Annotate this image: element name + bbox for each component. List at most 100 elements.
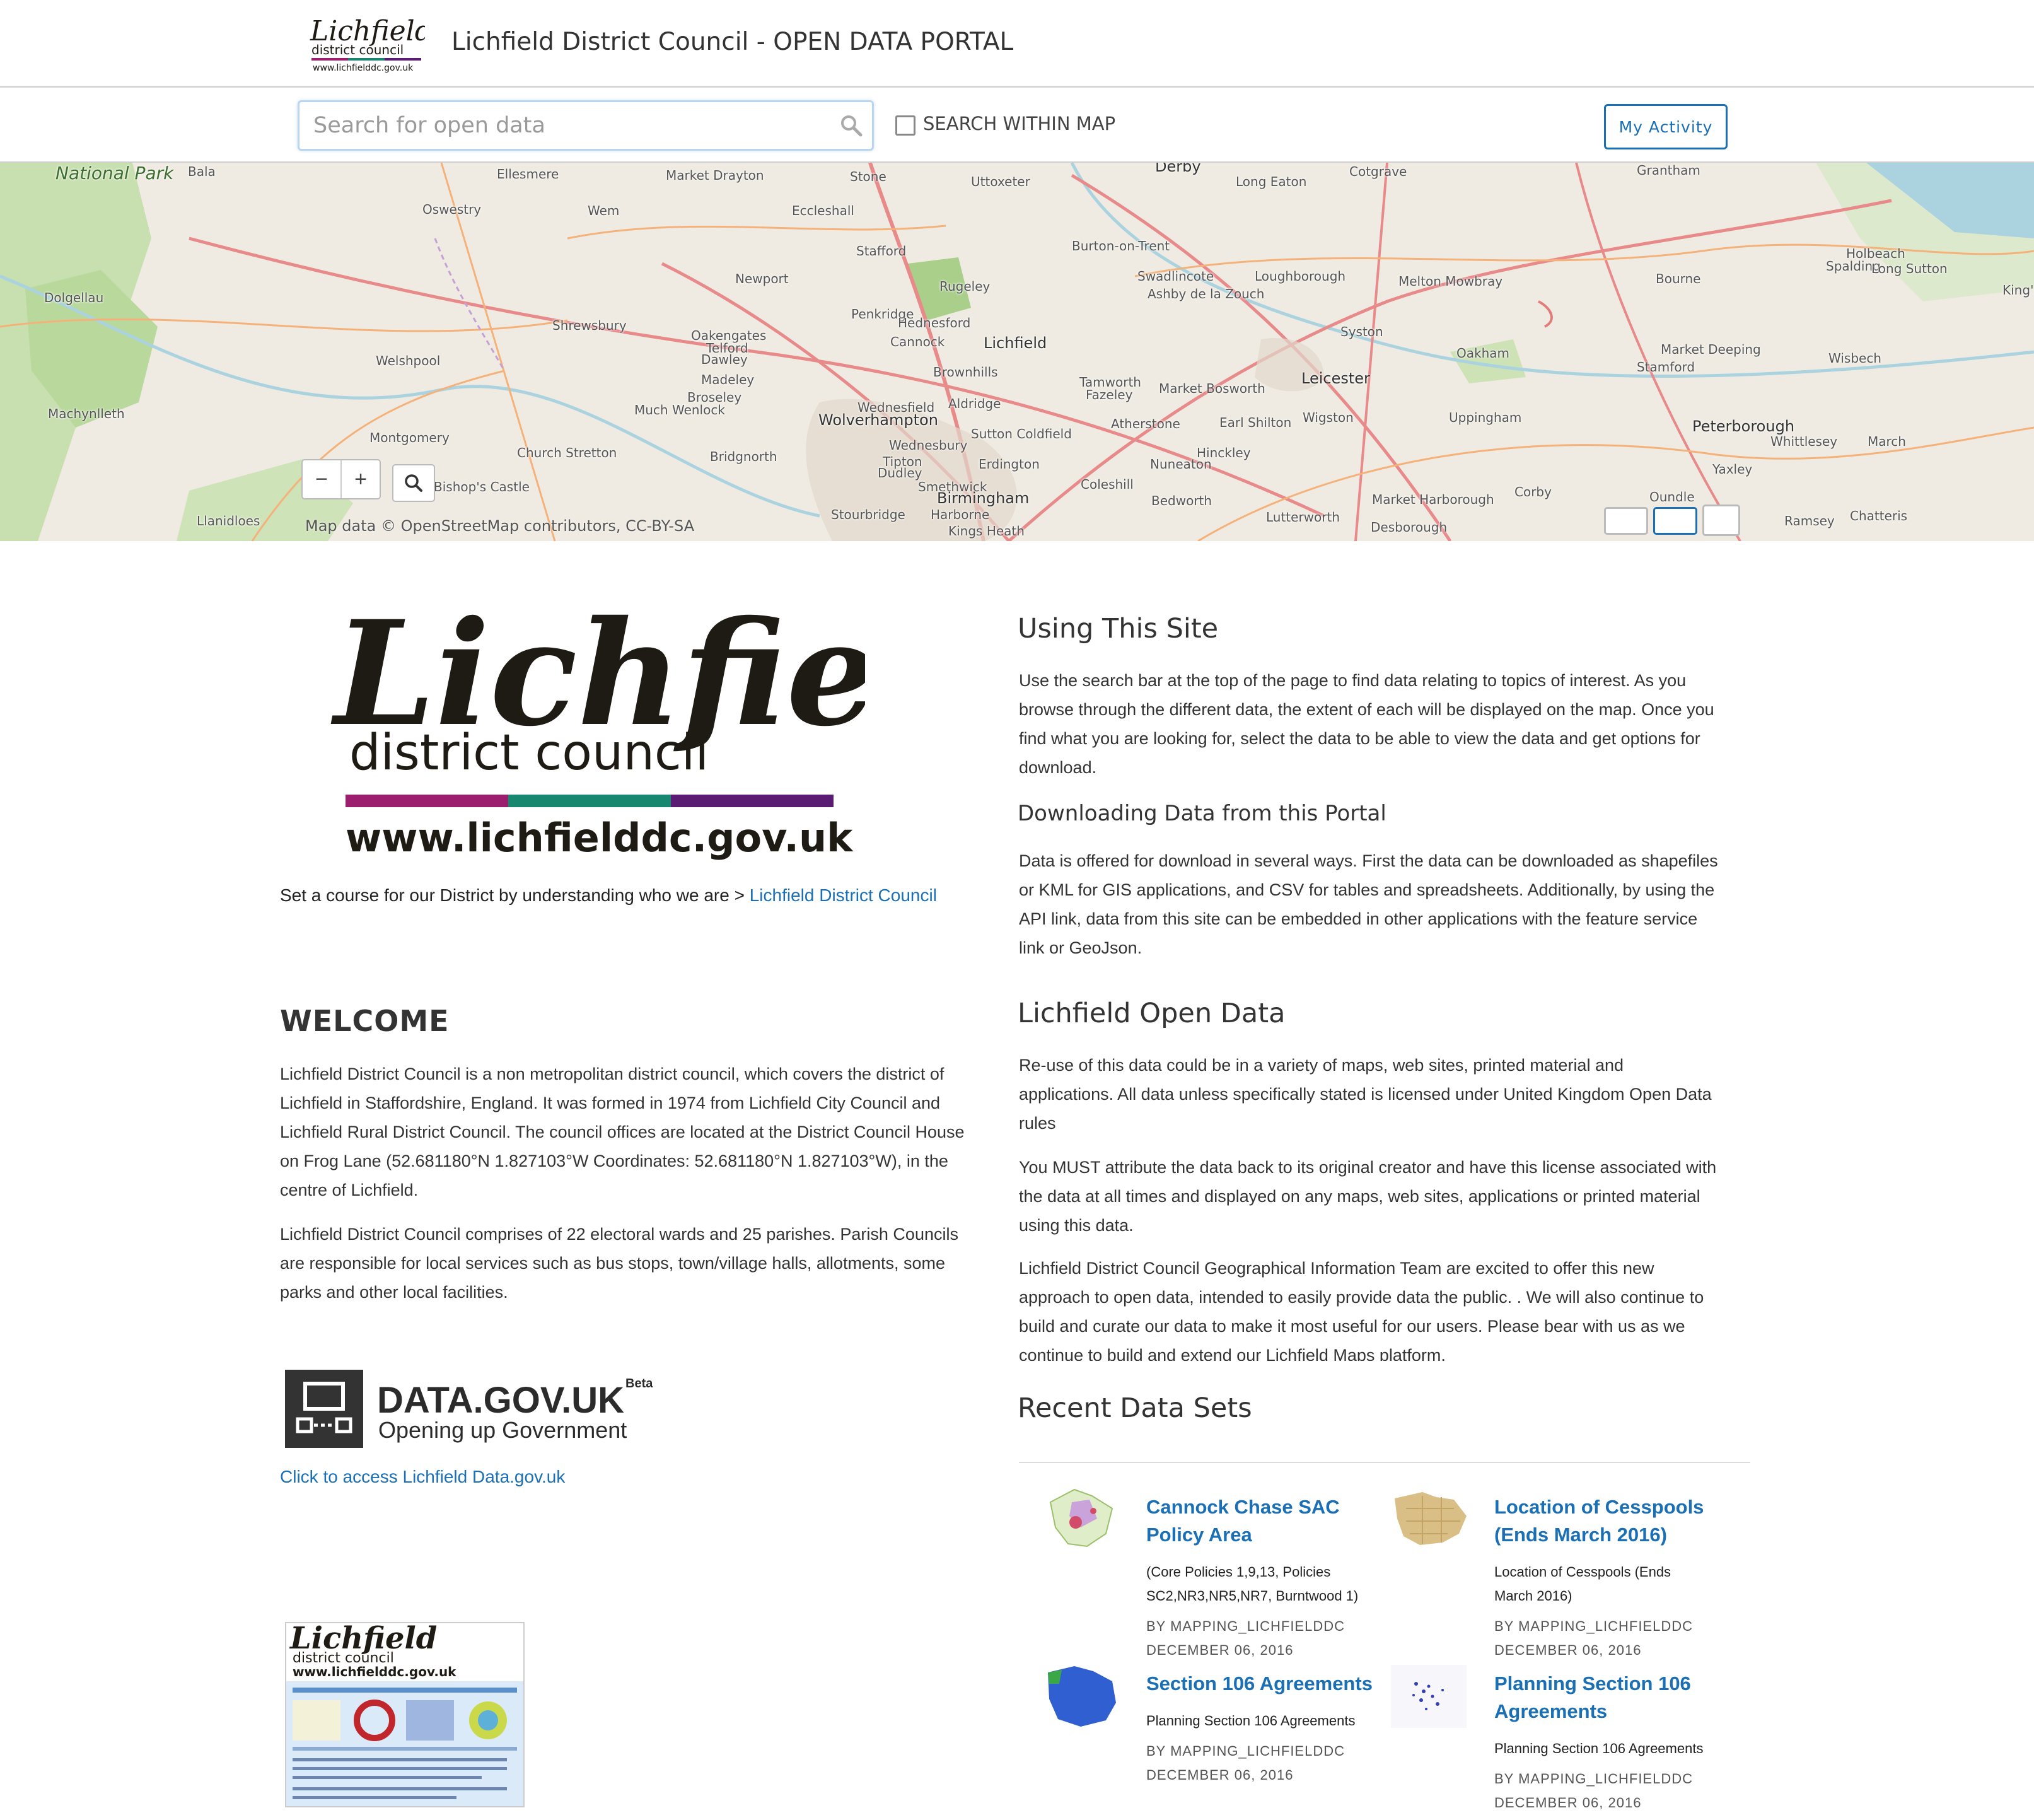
map-label: Melton Mowbray xyxy=(1398,274,1503,289)
dataset-title-line[interactable]: Section 106 Agreements xyxy=(1146,1670,1373,1698)
open-data-paragraph-2: You MUST attribute the data back to its … xyxy=(1019,1153,1716,1240)
text-line: rules xyxy=(1019,1114,1056,1133)
lichfield-council-link[interactable]: Lichfield District Council xyxy=(750,885,937,905)
dataset-title-line[interactable]: Agreements xyxy=(1494,1698,1691,1725)
map-label: Atherstone xyxy=(1111,416,1180,431)
search-box xyxy=(298,100,874,151)
basemap-imagery-button[interactable] xyxy=(1702,505,1740,536)
map-label: Earl Shilton xyxy=(1219,415,1292,430)
text-line: download. xyxy=(1019,758,1097,777)
map-label: Sutton Coldfield xyxy=(971,426,1072,441)
text-line: Re-use of this data could be in a variet… xyxy=(1019,1056,1624,1075)
map-view[interactable]: National Park Bala Ellesmere Market Dray… xyxy=(0,163,2034,541)
map-label: Stafford xyxy=(856,243,907,259)
map-label: Uppingham xyxy=(1449,410,1522,425)
map-search-button[interactable] xyxy=(392,464,435,502)
text-line: (Core Policies 1,9,13, Policies xyxy=(1146,1564,1331,1580)
text-line: Lichfield District Council is a non metr… xyxy=(280,1065,944,1083)
text-line: You MUST attribute the data back to its … xyxy=(1019,1158,1717,1177)
text-line: approach to open data, intended to easil… xyxy=(1019,1288,1704,1307)
text-line: parks and other local facilities. xyxy=(280,1283,508,1302)
magnifier-icon xyxy=(405,474,422,492)
map-label: Cotgrave xyxy=(1349,164,1407,179)
text-line: the data at all times and displayed on a… xyxy=(1019,1187,1700,1206)
top-header: Lichfield district council www.lichfield… xyxy=(0,0,2034,88)
zoom-in-button[interactable]: + xyxy=(342,460,380,498)
big-logo-line2: district council xyxy=(349,725,709,781)
map-label: Birmingham xyxy=(937,489,1030,507)
my-activity-button[interactable]: My Activity xyxy=(1604,104,1728,149)
datagov-logo[interactable]: DATA.GOV.UK Beta Opening up Government xyxy=(285,1365,663,1448)
text-line: Lichfield District Council Geographical … xyxy=(1019,1259,1654,1278)
dataset-thumbnail[interactable] xyxy=(1385,1659,1473,1734)
dataset-thumbnail[interactable] xyxy=(1037,1483,1125,1559)
map-label: Dolgellau xyxy=(44,290,104,305)
search-within-map-checkbox[interactable] xyxy=(895,115,915,136)
dataset-thumbnail[interactable] xyxy=(1037,1659,1125,1734)
text-line: Location of Cesspools (Ends xyxy=(1494,1564,1671,1580)
search-input[interactable] xyxy=(312,110,819,141)
map-label: Rugeley xyxy=(939,279,991,294)
datagov-tagline: Opening up Government xyxy=(378,1417,627,1443)
council-logo[interactable]: Lichfield district council www.lichfield… xyxy=(308,14,425,74)
map-label: Corby xyxy=(1514,484,1552,499)
dataset-title[interactable]: Section 106 Agreements xyxy=(1146,1670,1373,1698)
dataset-title-line[interactable]: Cannock Chase SAC xyxy=(1146,1493,1340,1521)
search-bar-row: SEARCH WITHIN MAP My Activity xyxy=(0,88,2034,163)
map-label: Dudley xyxy=(878,465,922,481)
dataset-title[interactable]: Cannock Chase SAC Policy Area xyxy=(1146,1493,1340,1549)
map-label: Lichfield xyxy=(984,334,1047,352)
datagov-link[interactable]: Click to access Lichfield Data.gov.uk xyxy=(280,1467,565,1487)
map-label: Montgomery xyxy=(369,430,450,445)
map-label: Wisbech xyxy=(1828,351,1881,366)
dataset-description: Planning Section 106 Agreements xyxy=(1494,1737,1703,1761)
map-label: Whittlesey xyxy=(1770,434,1838,449)
dataset-date: DECEMBER 06, 2016 xyxy=(1146,1767,1294,1783)
basemap-light-button[interactable] xyxy=(1604,507,1648,535)
dataset-title[interactable]: Planning Section 106 Agreements xyxy=(1494,1670,1691,1725)
dataset-meta: BY MAPPING_LICHFIELDDC DECEMBER 06, 2016 xyxy=(1146,1614,1345,1657)
basemap-streets-button[interactable] xyxy=(1653,507,1697,535)
dataset-meta: BY MAPPING_LICHFIELDDC DECEMBER 06, 2016 xyxy=(1146,1739,1345,1787)
dataset-description: Location of Cesspools (Ends March 2016) xyxy=(1494,1560,1671,1608)
map-label: Brownhills xyxy=(933,365,998,380)
map-label: Swadlincote xyxy=(1137,269,1214,284)
text-line: browse through the different data, the e… xyxy=(1019,700,1714,719)
welcome-heading: WELCOME xyxy=(280,1004,450,1038)
map-label: Oswestry xyxy=(422,202,482,217)
lichfield-maps-thumbnail[interactable]: Lichfield district council www.lichfield… xyxy=(285,1622,525,1807)
zoom-out-button[interactable]: − xyxy=(303,460,342,498)
text-line: Planning Section 106 Agreements xyxy=(1146,1713,1356,1729)
map-label: Long Sutton xyxy=(1871,261,1948,276)
dataset-title-line[interactable]: Location of Cesspools xyxy=(1494,1493,1704,1521)
dataset-thumbnail[interactable] xyxy=(1385,1483,1473,1559)
map-label: Cannock xyxy=(890,334,945,349)
datagov-beta: Beta xyxy=(625,1377,653,1391)
dataset-title[interactable]: Location of Cesspools (Ends March 2016) xyxy=(1494,1493,1704,1549)
map-label: Holbeach xyxy=(1846,246,1905,261)
map-label: Wolverhampton xyxy=(818,411,938,429)
map-label: Eccleshall xyxy=(792,203,854,218)
dataset-title-line[interactable]: (Ends March 2016) xyxy=(1494,1521,1704,1549)
using-site-paragraph: Use the search bar at the top of the pag… xyxy=(1019,666,1714,782)
map-label: Wednesbury xyxy=(889,438,968,453)
map-label: Dawley xyxy=(701,352,748,367)
map-label: Machynlleth xyxy=(48,406,125,421)
dataset-title-line[interactable]: Policy Area xyxy=(1146,1521,1340,1549)
using-site-heading: Using This Site xyxy=(1018,613,1219,645)
map-label: Bishop's Castle xyxy=(434,479,530,494)
dataset-owner: BY MAPPING_LICHFIELDDC xyxy=(1146,1743,1345,1759)
map-label: Shrewsbury xyxy=(552,318,627,333)
map-label: Hednesford xyxy=(898,315,971,330)
search-icon[interactable] xyxy=(839,114,863,137)
map-label: Yaxley xyxy=(1712,462,1753,477)
welcome-paragraph-2: Lichfield District Council comprises of … xyxy=(280,1220,958,1307)
map-label: Kings Heath xyxy=(948,523,1025,539)
text-line: Use the search bar at the top of the pag… xyxy=(1019,671,1687,690)
map-label: Grantham xyxy=(1637,163,1700,178)
dataset-title-line[interactable]: Planning Section 106 xyxy=(1494,1670,1691,1698)
map-label: March xyxy=(1868,434,1906,449)
map-label: Hinckley xyxy=(1197,445,1251,460)
map-label: Coleshill xyxy=(1081,477,1134,492)
logo-line2: district council xyxy=(311,42,404,57)
